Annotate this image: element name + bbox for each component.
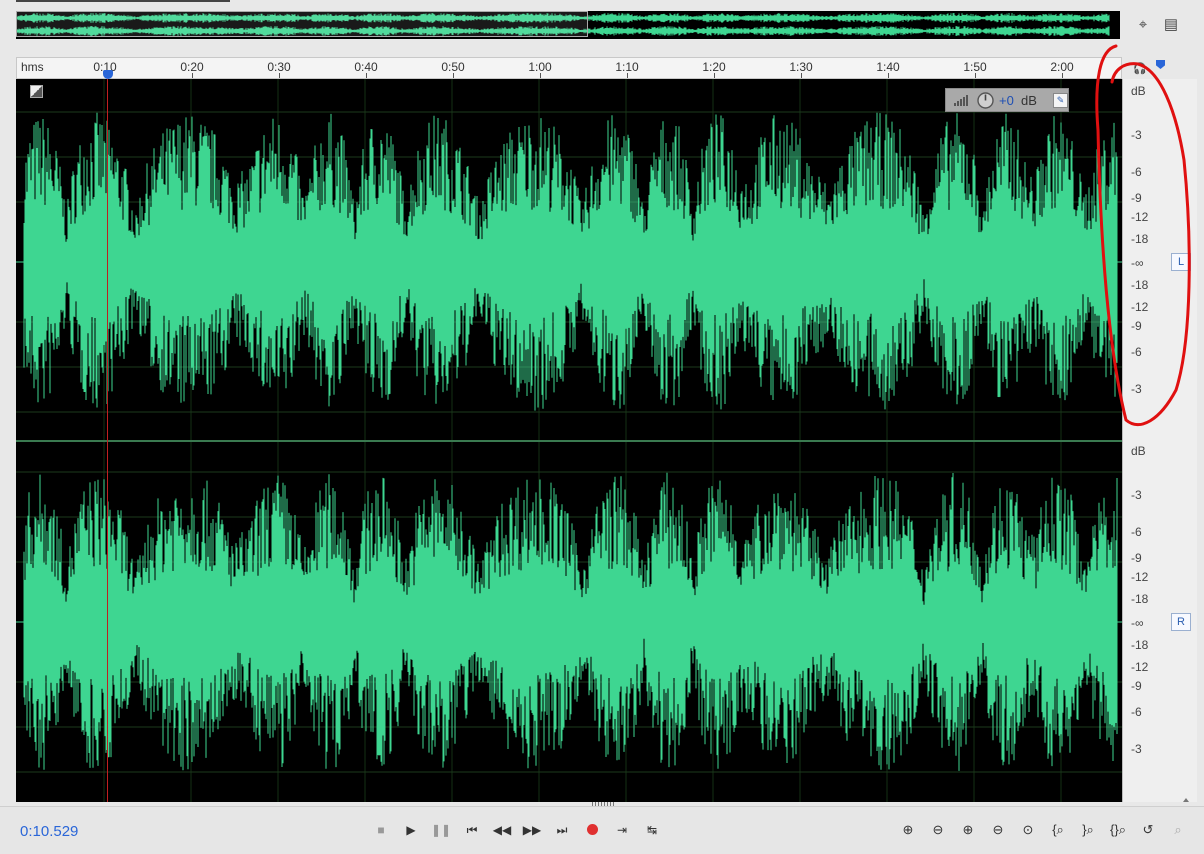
record-icon (586, 824, 598, 835)
left-scale-label: -3 (1131, 382, 1142, 396)
zoom-navigator-icon[interactable]: ⌖ (1134, 16, 1152, 34)
scale-title-right: dB (1131, 444, 1146, 458)
ruler-tick (540, 73, 541, 78)
right-scale-label: -∞ (1131, 616, 1144, 630)
channel-divider[interactable] (16, 440, 1122, 442)
ruler-unit-label: hms (21, 60, 44, 74)
fade-handle-icon[interactable] (30, 85, 43, 98)
fast-forward-button[interactable]: ▶▶ (521, 821, 543, 839)
zoom-in-amplitude-button[interactable]: ⊕ (896, 821, 920, 839)
time-ruler[interactable]: hms 0:10 0:20 0:30 0:40 0:50 1:00 1:10 1:20 1:30… (16, 57, 1122, 79)
ruler-tick-label: 1:00 (528, 60, 552, 74)
left-channel-toggle[interactable]: L (1171, 253, 1191, 271)
zoom-selection-button[interactable]: {}⌕ (1106, 821, 1130, 839)
right-scale-label: -6 (1131, 705, 1142, 719)
playhead-line[interactable] (107, 79, 108, 802)
stop-button[interactable]: ■ (370, 821, 392, 839)
zoom-to-selection-disabled-button[interactable]: ⌕ (1166, 821, 1190, 839)
left-scale-label: -12 (1131, 210, 1149, 224)
right-scale-label: -9 (1131, 551, 1142, 565)
zoom-reset-button[interactable]: ↺ (1136, 821, 1160, 839)
level-meter-icon (954, 95, 968, 106)
ruler-tick-label: 1:30 (789, 60, 813, 74)
left-scale-label: -6 (1131, 165, 1142, 179)
marker-icon[interactable] (1156, 60, 1165, 69)
volume-unit: dB (1021, 93, 1037, 108)
volume-hud[interactable]: +0 dB ✎ (945, 88, 1069, 112)
current-time-display[interactable]: 0:10.529 (20, 823, 78, 840)
skip-selection-button[interactable]: ↹ (641, 821, 663, 839)
pause-button[interactable]: ❚❚ (430, 821, 452, 839)
ruler-tick-label: 1:40 (876, 60, 900, 74)
left-scale-label: -18 (1131, 232, 1149, 246)
ruler-tick-label: 2:00 (1050, 60, 1074, 74)
ruler-tick (279, 73, 280, 78)
ruler-tick-label: 0:40 (354, 60, 378, 74)
ruler-tick (1062, 73, 1063, 78)
ruler-tick (192, 73, 193, 78)
left-scale-label: -∞ (1131, 256, 1144, 270)
zoom-out-full-button[interactable]: ⊙ (1016, 821, 1040, 839)
top-tab-line (16, 0, 230, 2)
right-scale-label: -18 (1131, 638, 1149, 652)
left-scale-label: -9 (1131, 319, 1142, 333)
left-scale-label: -6 (1131, 345, 1142, 359)
ruler-tick (366, 73, 367, 78)
ruler-tick-label: 0:50 (441, 60, 465, 74)
ruler-tick-label: 0:30 (267, 60, 291, 74)
scale-title-left: dB (1131, 84, 1146, 98)
ruler-tick (453, 73, 454, 78)
volume-knob-icon[interactable] (977, 92, 994, 109)
right-scale-label: -18 (1131, 592, 1149, 606)
ruler-tick-label: 0:20 (180, 60, 204, 74)
ruler-tick-label: 1:20 (702, 60, 726, 74)
right-scale-label: -12 (1131, 660, 1149, 674)
ruler-tick (627, 73, 628, 78)
zoom-out-amplitude-button[interactable]: ⊖ (926, 821, 950, 839)
zoom-in-time-button[interactable]: ⊕ (956, 821, 980, 839)
panel-menu-icon[interactable]: ▤ (1162, 16, 1180, 34)
skip-to-start-button[interactable]: ⏮ (461, 821, 483, 839)
left-scale-label: -3 (1131, 128, 1142, 142)
zoom-in-at-start-button[interactable]: {⌕ (1046, 821, 1070, 839)
left-scale-label: -12 (1131, 300, 1149, 314)
ruler-tick (714, 73, 715, 78)
zoom-in-at-end-button[interactable]: }⌕ (1076, 821, 1100, 839)
ruler-tick (975, 73, 976, 78)
scale-scroll-up-icon[interactable] (1183, 798, 1189, 802)
volume-value[interactable]: +0 (999, 93, 1014, 108)
amplitude-scale[interactable]: dB dB -3 -6 -9 -12 -18 -∞ -18 -12 -9 -6 -3 -3 -6 -9 -1… (1122, 79, 1197, 802)
zoom-out-time-button[interactable]: ⊖ (986, 821, 1010, 839)
left-scale-label: -18 (1131, 278, 1149, 292)
right-scale-label: -3 (1131, 742, 1142, 756)
loop-playback-button[interactable]: ⇥ (611, 821, 633, 839)
right-scale-label: -6 (1131, 525, 1142, 539)
overview-visible-range[interactable] (16, 11, 588, 37)
headphones-icon[interactable]: 🎧 (1131, 60, 1149, 78)
right-scale-label: -3 (1131, 488, 1142, 502)
right-scale-label: -12 (1131, 570, 1149, 584)
pin-icon[interactable]: ✎ (1053, 93, 1068, 108)
ruler-tick (801, 73, 802, 78)
ruler-tick-label: 1:50 (963, 60, 987, 74)
ruler-tick-label: 1:10 (615, 60, 639, 74)
record-button[interactable] (581, 821, 603, 839)
skip-to-end-button[interactable]: ⏭ (551, 821, 573, 839)
rewind-button[interactable]: ◀◀ (491, 821, 513, 839)
right-channel-toggle[interactable]: R (1171, 613, 1191, 631)
right-scale-label: -9 (1131, 679, 1142, 693)
ruler-tick (888, 73, 889, 78)
left-scale-label: -9 (1131, 191, 1142, 205)
play-button[interactable]: ▶ (400, 821, 422, 839)
